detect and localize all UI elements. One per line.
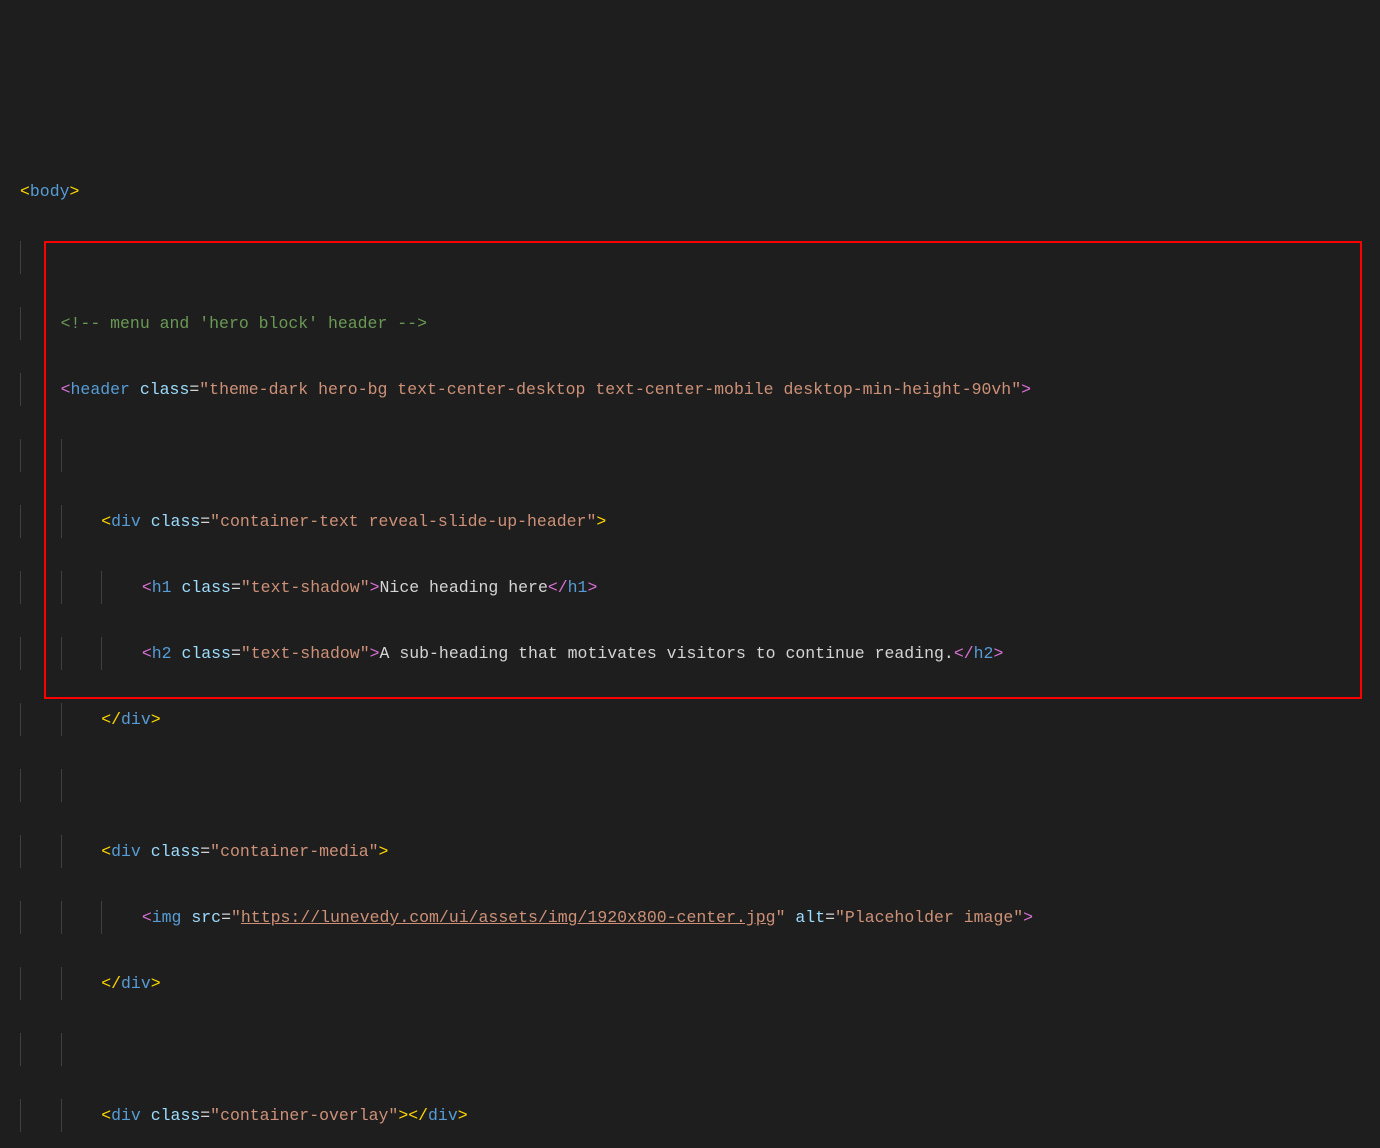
code-line[interactable]	[20, 1033, 1380, 1066]
tag-div-open: div	[111, 1106, 141, 1125]
tag-body-open: body	[30, 182, 70, 201]
code-line[interactable]: <div class="container-media">	[20, 835, 1380, 868]
code-line[interactable]: <div class="container-overlay"></div>	[20, 1099, 1380, 1132]
tag-div-open: div	[111, 512, 141, 531]
tag-h2-open: h2	[152, 644, 172, 663]
comment: <!-- menu and 'hero block' header -->	[61, 314, 427, 333]
code-line[interactable]: <header class="theme-dark hero-bg text-c…	[20, 373, 1380, 406]
h2-text: A sub-heading that motivates visitors to…	[380, 644, 954, 663]
code-line[interactable]: <div class="container-text reveal-slide-…	[20, 505, 1380, 538]
h1-text: Nice heading here	[380, 578, 548, 597]
code-line[interactable]: <h2 class="text-shadow">A sub-heading th…	[20, 637, 1380, 670]
tag-div-close: div	[121, 710, 151, 729]
tag-div-open: div	[111, 842, 141, 861]
code-line[interactable]: <!-- menu and 'hero block' header -->	[20, 307, 1380, 340]
tag-div-close: div	[121, 974, 151, 993]
tag-header-open: header	[71, 380, 130, 399]
code-editor[interactable]: <body> <!-- menu and 'hero block' header…	[0, 142, 1380, 1148]
code-line[interactable]: <img src="https://lunevedy.com/ui/assets…	[20, 901, 1380, 934]
code-line[interactable]: <body>	[20, 175, 1380, 208]
code-line[interactable]: </div>	[20, 967, 1380, 1000]
code-line[interactable]: </div>	[20, 703, 1380, 736]
code-line[interactable]	[20, 439, 1380, 472]
code-line[interactable]: <h1 class="text-shadow">Nice heading her…	[20, 571, 1380, 604]
tag-img: img	[152, 908, 182, 927]
tag-h1-open: h1	[152, 578, 172, 597]
code-line[interactable]	[20, 241, 1380, 274]
code-line[interactable]	[20, 769, 1380, 802]
